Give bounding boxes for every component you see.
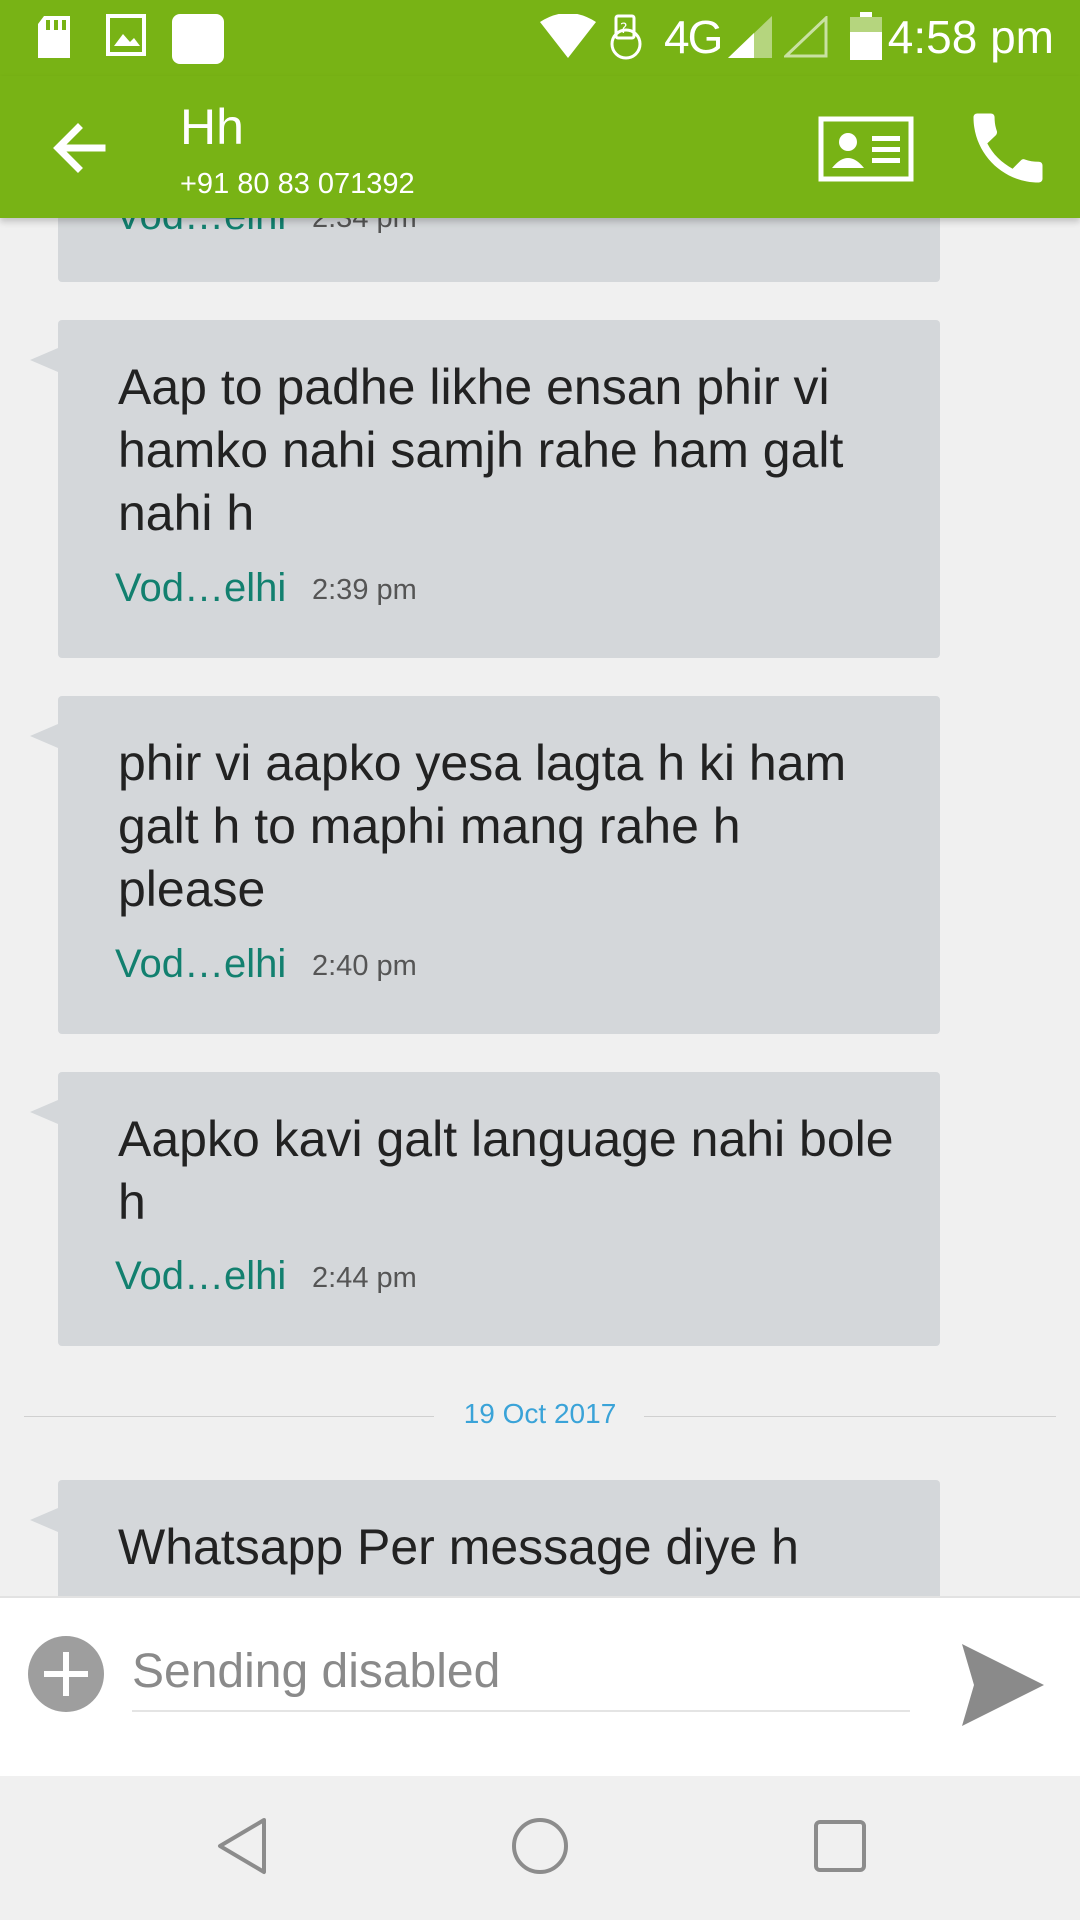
message-time: 2:44 pm [312,1262,417,1294]
date-separator: 19 Oct 2017 [24,1396,1056,1436]
message-bubble[interactable]: Whatsapp Per message diye h [30,1480,940,1596]
message-text: phir vi aapko yesa lagta h ki ham galt h… [118,735,847,917]
battery-icon [850,12,882,65]
signal-empty-icon [782,14,828,63]
message-text: Whatsapp Per message diye h [118,1519,799,1575]
message-time: 2:39 pm [312,574,417,606]
sim-label: Vod…elhi [115,1254,287,1298]
message-bubble[interactable]: Aapko kavi galt language nahi bole h Vod… [30,1072,940,1346]
data-transfer-icon: ? [602,14,650,67]
message-bubble[interactable]: Aap to padhe likhe ensan phir vi hamko n… [30,320,940,658]
status-time: 4:58 pm [887,11,1054,63]
recents-square-icon[interactable] [810,1816,870,1876]
message-bubble[interactable]: phir vi aapko yesa lagta h ki ham galt h… [30,696,940,1034]
date-label: 19 Oct 2017 [463,1398,617,1429]
navigation-bar [0,1776,1080,1920]
message-composer [0,1596,1080,1778]
sd-card-icon [34,14,74,65]
svg-text:?: ? [620,21,627,37]
message-text: Aapko kavi galt language nahi bole h [118,1111,894,1230]
message-list[interactable]: Vod…elhi 2:34 pm Aap to padhe likhe ensa… [0,218,1080,1596]
conversation-toolbar: Hh +91 80 83 071392 [0,76,1080,218]
sim-label: Vod…elhi [115,942,287,986]
contact-number: +91 80 83 071392 [180,168,415,200]
message-text: Aap to padhe likhe ensan phir vi hamko n… [118,359,844,541]
back-triangle-icon[interactable] [212,1816,272,1876]
sim-label: Vod…elhi [115,566,287,610]
plus-circle-icon[interactable] [28,1636,104,1712]
compose-input[interactable] [132,1632,910,1712]
arrow-left-icon[interactable] [50,118,120,178]
network-type-label: 4G [664,11,723,63]
sms-conversation-screen: ? 4G 4:58 pm Hh +91 80 83 071392 Vod…elh… [0,0,1080,1920]
wifi-icon [540,13,596,63]
send-icon[interactable] [960,1642,1046,1728]
app-icon [172,14,224,69]
message-bubble[interactable]: Vod…elhi 2:34 pm [58,218,940,282]
message-time: 2:34 pm [312,218,417,234]
contact-name: Hh [180,99,244,155]
message-time: 2:40 pm [312,950,417,982]
contact-card-icon[interactable] [818,116,914,182]
signal-icon [728,16,772,63]
gallery-icon [106,14,146,61]
sim-label: Vod…elhi [115,218,286,239]
phone-icon[interactable] [962,102,1054,194]
home-circle-icon[interactable] [510,1816,570,1876]
status-bar: ? 4G 4:58 pm [0,0,1080,76]
